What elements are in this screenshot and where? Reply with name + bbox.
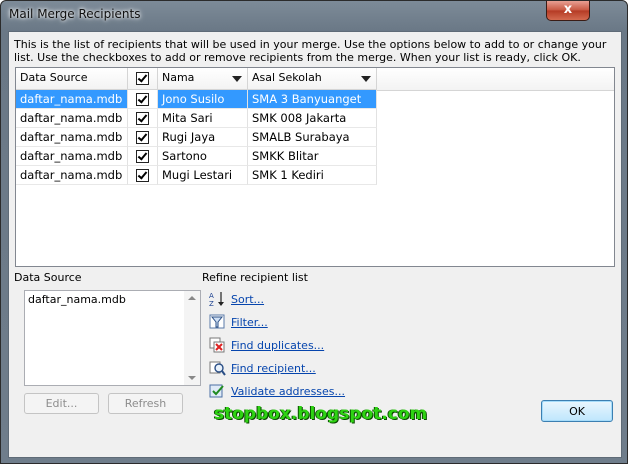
cell-sekolah: SMALB Surabaya <box>248 128 377 147</box>
scroll-up-icon[interactable] <box>188 296 196 300</box>
cell-nama: Mugi Lestari <box>158 166 248 185</box>
find-recipient-link[interactable]: Find recipient... <box>231 362 316 375</box>
find-duplicates-link[interactable]: Find duplicates... <box>231 339 324 352</box>
sort-az-icon: A Z <box>209 292 224 307</box>
window-title: Mail Merge Recipients <box>9 7 141 21</box>
ok-button[interactable]: OK <box>541 400 613 422</box>
recipients-grid[interactable]: Data Source Nama Asal Sekolah daftar_nam… <box>15 67 615 267</box>
validate-addresses-icon <box>209 384 224 398</box>
title-bar[interactable]: Mail Merge Recipients x <box>1 1 627 31</box>
data-source-label: Data Source <box>14 271 82 284</box>
cell-sekolah: SMK 008 Jakarta <box>248 109 377 128</box>
cell-nama: Sartono <box>158 147 248 166</box>
cell-sekolah: SMA 3 Banyuanget <box>248 90 377 109</box>
filter-icon <box>209 314 225 329</box>
column-header-label: Nama <box>162 71 195 84</box>
select-all-checkbox[interactable] <box>136 72 149 85</box>
watermark-text: stopbox.blogspot.com <box>214 404 428 424</box>
cell-source: daftar_nama.mdb <box>16 166 128 185</box>
column-header-label: Asal Sekolah <box>252 71 322 84</box>
table-row[interactable]: daftar_nama.mdb Rugi Jaya SMALB Surabaya <box>16 128 377 147</box>
cell-source: daftar_nama.mdb <box>16 109 128 128</box>
recipient-checkbox[interactable] <box>136 93 149 106</box>
recipient-checkbox-cell[interactable] <box>128 109 158 128</box>
filter-link[interactable]: Filter... <box>231 316 268 329</box>
table-row[interactable]: daftar_nama.mdb Sartono SMKK Blitar <box>16 147 377 166</box>
recipient-checkbox[interactable] <box>136 169 149 182</box>
close-button[interactable]: x <box>546 1 590 21</box>
sort-link[interactable]: Sort... <box>231 293 264 306</box>
table-row[interactable]: daftar_nama.mdb Mita Sari SMK 008 Jakarta <box>16 109 377 128</box>
cell-nama: Jono Susilo <box>158 90 248 109</box>
validate-addresses-link[interactable]: Validate addresses... <box>231 385 345 398</box>
edit-button[interactable]: Edit... <box>24 393 99 414</box>
instructions-text: This is the list of recipients that will… <box>14 38 607 64</box>
cell-sekolah: SMKK Blitar <box>248 147 377 166</box>
cell-nama: Mita Sari <box>158 109 248 128</box>
cell-sekolah: SMK 1 Kediri <box>248 166 377 185</box>
data-source-scrollbar[interactable] <box>184 291 200 385</box>
dialog-body: This is the list of recipients that will… <box>8 31 622 458</box>
find-duplicates-icon <box>209 337 225 353</box>
mail-merge-dialog: Mail Merge Recipients x This is the list… <box>0 0 628 464</box>
column-header-data-source[interactable]: Data Source <box>16 68 128 90</box>
column-header-asal-sekolah[interactable]: Asal Sekolah <box>248 68 377 90</box>
chevron-down-icon[interactable] <box>361 76 371 82</box>
refine-recipient-list-label: Refine recipient list <box>202 271 308 284</box>
recipient-checkbox-cell[interactable] <box>128 166 158 185</box>
recipient-checkbox[interactable] <box>136 150 149 163</box>
recipient-checkbox[interactable] <box>136 131 149 144</box>
column-header-check[interactable] <box>128 68 158 90</box>
table-row[interactable]: daftar_nama.mdb Jono Susilo SMA 3 Banyuang… <box>16 90 377 109</box>
data-source-list[interactable]: daftar_nama.mdb <box>24 290 201 386</box>
scroll-down-icon[interactable] <box>188 376 196 380</box>
cell-source: daftar_nama.mdb <box>16 147 128 166</box>
cell-nama: Rugi Jaya <box>158 128 248 147</box>
recipient-checkbox-cell[interactable] <box>128 90 158 109</box>
find-recipient-icon <box>209 361 226 376</box>
svg-text:Z: Z <box>209 300 214 307</box>
column-header-filler <box>377 68 614 91</box>
column-header-nama[interactable]: Nama <box>158 68 248 90</box>
refresh-button[interactable]: Refresh <box>108 393 183 414</box>
cell-source: daftar_nama.mdb <box>16 90 128 109</box>
recipient-checkbox-cell[interactable] <box>128 147 158 166</box>
recipient-checkbox[interactable] <box>136 112 149 125</box>
cell-source: daftar_nama.mdb <box>16 128 128 147</box>
svg-text:A: A <box>209 292 214 300</box>
column-header-label: Data Source <box>20 71 88 84</box>
chevron-down-icon[interactable] <box>232 76 242 82</box>
table-row[interactable]: daftar_nama.mdb Mugi Lestari SMK 1 Kediri <box>16 166 377 185</box>
recipient-checkbox-cell[interactable] <box>128 128 158 147</box>
data-source-item[interactable]: daftar_nama.mdb <box>28 293 126 306</box>
